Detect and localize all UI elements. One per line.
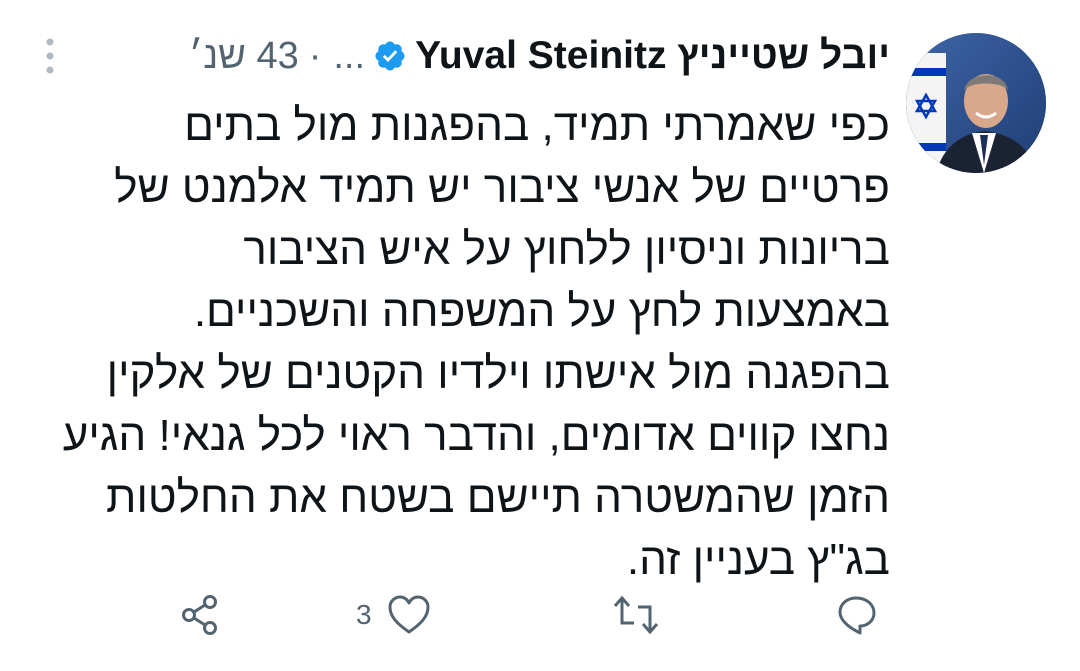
user-handle[interactable]: ...	[333, 35, 365, 78]
tweet-body-line: כפי שאמרתי תמיד, בהפגנות מול בתים	[184, 101, 890, 150]
tweet-body-line: בריונות וניסיון ללחוץ על איש הציבור	[243, 225, 890, 274]
separator-dot: ·	[308, 34, 322, 77]
like-button[interactable]: 3	[356, 590, 432, 640]
timestamp[interactable]: 43 שנ׳	[189, 35, 299, 78]
tweet-body-line: נחצו קווים אדומים, והדבר ראוי לכל גנאי! …	[62, 411, 890, 460]
retweet-icon	[613, 595, 659, 635]
tweet-body-line: הזמן שהמשטרה תיישם בשטח את החלטות	[106, 473, 890, 522]
tweet-actions: 3	[0, 590, 1080, 640]
tweet-body: כפי שאמרתי תמיד, בהפגנות מול בתים פרטיים…	[20, 95, 890, 591]
retweet-button[interactable]	[612, 590, 660, 640]
tweet-body-line: בהפגנה מול אישתו וילדיו הקטנים של אלקין	[106, 349, 890, 398]
display-name[interactable]: יובל שטייניץ Yuval Steinitz	[415, 34, 890, 78]
tweet-header: יובל שטייניץ Yuval Steinitz ... · 43 שנ׳	[189, 28, 890, 84]
avatar-image	[906, 33, 1046, 173]
tweet-card[interactable]: יובל שטייניץ Yuval Steinitz ... · 43 שנ׳…	[0, 0, 1080, 671]
tweet-body-line: פרטיים של אנשי ציבור יש תמיד אלמנט של	[114, 163, 890, 212]
heart-icon	[388, 595, 430, 634]
tweet-body-line: באמצעות לחץ על המשפחה והשכניים.	[193, 287, 890, 336]
share-icon	[182, 595, 217, 635]
verified-badge-icon	[373, 39, 407, 73]
more-vertical-icon[interactable]	[40, 36, 60, 76]
avatar[interactable]	[906, 33, 1046, 173]
reply-button[interactable]	[834, 590, 880, 640]
like-count: 3	[356, 599, 372, 630]
reply-icon	[838, 596, 876, 635]
tweet-body-line: בג"ץ בעניין זה.	[626, 535, 890, 584]
share-button[interactable]	[178, 590, 222, 640]
